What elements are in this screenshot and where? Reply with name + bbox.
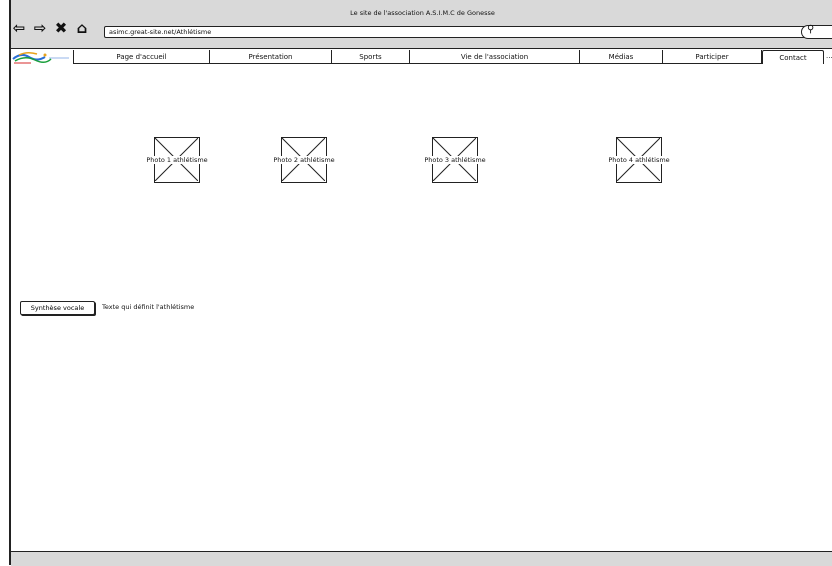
nav-item-vie-association[interactable]: Vie de l'association: [410, 50, 580, 64]
back-icon[interactable]: ⇦: [11, 19, 27, 37]
photo-placeholder: Photo 3 athlétisme: [422, 137, 488, 183]
window-title: Le site de l'association A.S.I.M.C de Go…: [350, 9, 495, 17]
search-icon: ⚲: [807, 24, 815, 35]
nav-item-participer[interactable]: Participer: [663, 50, 762, 64]
photo-label: Photo 1 athlétisme: [144, 156, 210, 164]
search-button[interactable]: ⚲: [801, 24, 832, 39]
nav-item-presentation[interactable]: Présentation: [210, 50, 332, 64]
photo-label: Photo 2 athlétisme: [271, 156, 337, 164]
home-icon[interactable]: ⌂: [74, 19, 90, 37]
nav-item-contact[interactable]: Contact: [762, 50, 824, 64]
athletics-description: Texte qui définit l'athlétisme: [102, 303, 195, 311]
forward-icon[interactable]: ⇨: [32, 19, 48, 37]
nav-item-medias[interactable]: Médias: [580, 50, 663, 64]
photo-label: Photo 4 athlétisme: [606, 156, 672, 164]
photo-label: Photo 3 athlétisme: [422, 156, 488, 164]
photo-placeholder: Photo 1 athlétisme: [144, 137, 210, 183]
nav-item-page-accueil[interactable]: Page d'accueil: [73, 50, 210, 64]
browser-chrome: Le site de l'association A.S.I.M.C de Go…: [11, 0, 832, 49]
photo-placeholder: Photo 4 athlétisme: [606, 137, 672, 183]
association-logo: [12, 51, 69, 64]
close-icon[interactable]: ✖: [53, 19, 69, 37]
browser-window: Le site de l'association A.S.I.M.C de Go…: [9, 0, 832, 566]
main-navigation: Page d'accueil Présentation Sports Vie d…: [11, 50, 832, 64]
text-to-speech-button[interactable]: Synthèse vocale: [20, 301, 95, 315]
address-bar[interactable]: asimc.great-site.net/Athlétisme: [104, 26, 832, 38]
nav-item-sports[interactable]: Sports: [332, 50, 410, 64]
nav-more[interactable]: ...: [826, 52, 832, 60]
status-bar: [11, 551, 832, 566]
browser-nav-icons: ⇦ ⇨ ✖ ⌂: [11, 18, 90, 38]
photo-placeholder: Photo 2 athlétisme: [271, 137, 337, 183]
